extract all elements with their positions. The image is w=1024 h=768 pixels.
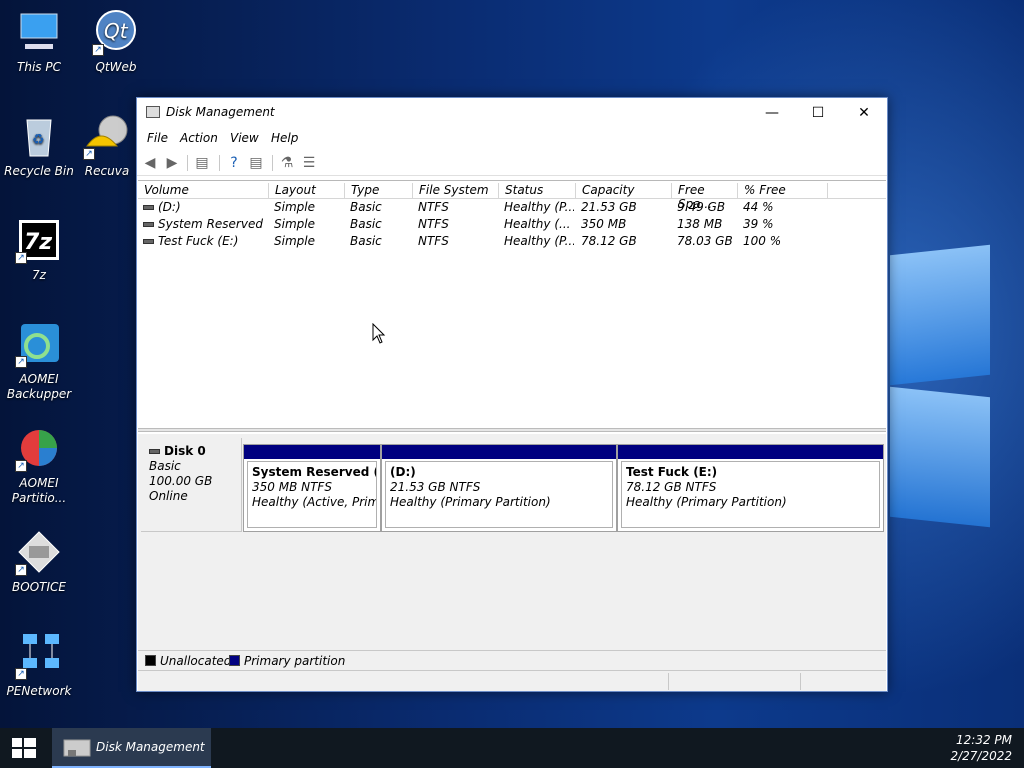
disk-icon [149,449,160,454]
toolbar: ◀ ▶ ▤ ? ▤ ⚗ ☰ [137,150,887,176]
primary-partition-band [244,445,380,459]
system-clock[interactable]: 12:32 PM 2/27/2022 [950,732,1012,764]
qtweb-icon: Qt ↗ [92,8,140,56]
desktop-icon-recycle-bin[interactable]: ♻ Recycle Bin [0,112,78,179]
menu-action[interactable]: Action [180,131,218,145]
menu-view[interactable]: View [230,131,259,145]
volume-icon [143,222,154,227]
svg-text:♻: ♻ [32,132,45,148]
col-status[interactable]: Status [498,183,575,199]
maximize-button[interactable]: ☐ [795,98,841,128]
mouse-cursor-icon [372,323,386,344]
desktop-icon-recuva[interactable]: ↗ Recuva [77,112,137,179]
legend: Unallocated Primary partition [138,650,886,670]
start-button[interactable] [0,728,48,768]
disk-management-icon [63,739,91,757]
menu-help[interactable]: Help [271,131,298,145]
taskbar-item-disk-management[interactable]: Disk Management [52,728,211,768]
disk-graphical-view: Disk 0 Basic 100.00 GB Online System Res… [138,434,886,650]
volume-list-header: Volume Layout Type File System Status Ca… [138,181,886,211]
col-percent-free[interactable]: % Free [737,183,827,199]
desktop-icon-bootice[interactable]: ↗ BOOTICE [0,528,78,595]
desktop-icon-7z[interactable]: 7z ↗ 7z [0,216,78,283]
forward-arrow-icon[interactable]: ▶ [164,155,180,171]
table-row[interactable]: System Reserved (... Simple Basic NTFS H… [138,216,886,233]
properties-icon[interactable]: ☰ [301,155,317,171]
desktop-icon-aomei-partition[interactable]: ↗ AOMEI Partitio... [0,424,78,506]
volume-icon [143,205,154,210]
back-arrow-icon[interactable]: ◀ [142,155,158,171]
aomei-backupper-icon: ↗ [15,320,63,368]
windows-logo-wallpaper [880,230,1024,560]
taskbar: Disk Management 12:32 PM 2/27/2022 [0,728,1024,768]
status-bar [138,670,886,691]
disk-management-window: Disk Management — ☐ ✕ File Action View H… [136,97,888,692]
action-pane-icon[interactable]: ▤ [248,155,264,171]
bootice-icon: ↗ [15,528,63,576]
desktop-icon-this-pc[interactable]: This PC [0,8,78,75]
unallocated-swatch [145,655,156,666]
primary-partition-swatch [229,655,240,666]
svg-text:Qt: Qt [104,19,129,43]
window-title: Disk Management [166,105,275,119]
col-free-space[interactable]: Free Spa... [671,183,737,211]
help-icon[interactable]: ? [226,155,242,171]
table-row[interactable]: Test Fuck (E:) Simple Basic NTFS Healthy… [138,233,886,250]
desktop-icon-qtweb[interactable]: Qt ↗ QtWeb [77,8,155,75]
recycle-bin-icon: ♻ [15,112,63,160]
primary-partition-band [618,445,883,459]
svg-text:7z: 7z [24,230,52,255]
show-hide-console-tree-icon[interactable]: ▤ [194,155,210,171]
desktop-icon-aomei-backupper[interactable]: ↗ AOMEI Backupper [0,320,78,402]
pane-splitter[interactable] [138,428,886,432]
partition-system-reserved[interactable]: System Reserved (C:) 350 MB NTFS Healthy… [243,444,381,532]
col-capacity[interactable]: Capacity [575,183,671,199]
windows-start-icon [12,738,36,758]
desktop: This PC Qt ↗ QtWeb ♻ Recycle Bin ↗ Recuv… [0,0,1024,728]
title-bar[interactable]: Disk Management — ☐ ✕ [137,98,887,128]
col-file-system[interactable]: File System [412,183,498,199]
aomei-partition-icon: ↗ [15,424,63,472]
minimize-button[interactable]: — [749,98,795,128]
partition-d[interactable]: (D:) 21.53 GB NTFS Healthy (Primary Part… [381,444,617,532]
menu-bar: File Action View Help [137,128,887,150]
desktop-icon-penetwork[interactable]: ↗ PENetwork [0,632,78,699]
clock-time: 12:32 PM [956,733,1012,747]
col-volume[interactable]: Volume [138,183,268,199]
connect-icon[interactable]: ⚗ [279,155,295,171]
clock-date: 2/27/2022 [950,749,1012,763]
recuva-icon: ↗ [83,112,131,160]
close-button[interactable]: ✕ [841,98,887,128]
disk-0-label[interactable]: Disk 0 Basic 100.00 GB Online [141,438,242,532]
seven-zip-icon: 7z ↗ [15,216,63,264]
volume-icon [143,239,154,244]
table-row[interactable]: (D:) Simple Basic NTFS Healthy (P... 21.… [138,199,886,216]
monitor-icon [15,8,63,56]
network-icon: ↗ [15,632,63,680]
disk-management-app-icon [146,106,160,118]
volume-list: Volume Layout Type File System Status Ca… [138,180,886,426]
col-layout[interactable]: Layout [268,183,344,199]
primary-partition-band [382,445,616,459]
col-type[interactable]: Type [344,183,412,199]
menu-file[interactable]: File [147,131,168,145]
partition-e[interactable]: Test Fuck (E:) 78.12 GB NTFS Healthy (Pr… [617,444,884,532]
